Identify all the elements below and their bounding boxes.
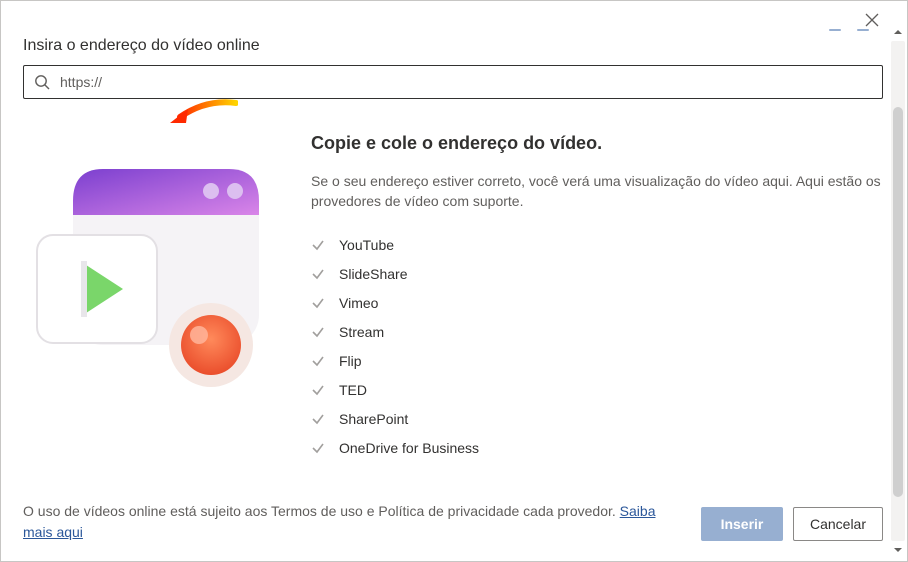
provider-item: SlideShare bbox=[311, 260, 883, 289]
provider-item: Flip bbox=[311, 347, 883, 376]
video-url-input[interactable] bbox=[58, 73, 872, 91]
provider-label: Vimeo bbox=[339, 295, 378, 311]
info-title: Copie e cole o endereço do vídeo. bbox=[311, 133, 883, 154]
scroll-track[interactable] bbox=[891, 41, 905, 541]
footer-buttons: Inserir Cancelar bbox=[701, 507, 883, 543]
info-panel: Copie e cole o endereço do vídeo. Se o s… bbox=[311, 133, 883, 463]
video-url-field-wrapper[interactable] bbox=[23, 65, 883, 99]
close-icon bbox=[865, 13, 879, 27]
vertical-scrollbar[interactable] bbox=[891, 23, 905, 559]
provider-label: Stream bbox=[339, 324, 384, 340]
provider-label: YouTube bbox=[339, 237, 394, 253]
close-button[interactable] bbox=[863, 11, 881, 29]
dialog-footer: O uso de vídeos online está sujeito aos … bbox=[23, 501, 883, 543]
provider-item: TED bbox=[311, 376, 883, 405]
info-description: Se o seu endereço estiver correto, você … bbox=[311, 172, 883, 211]
insert-button[interactable]: Inserir bbox=[701, 507, 783, 541]
provider-item: SharePoint bbox=[311, 405, 883, 434]
scroll-up-button[interactable] bbox=[891, 23, 905, 41]
provider-label: TED bbox=[339, 382, 367, 398]
provider-item: Vimeo bbox=[311, 289, 883, 318]
provider-label: SharePoint bbox=[339, 411, 408, 427]
check-icon bbox=[311, 296, 325, 310]
annotation-arrow bbox=[166, 95, 238, 134]
dialog-content: Insira o endereço do vídeo online bbox=[23, 37, 883, 543]
check-icon bbox=[311, 238, 325, 252]
provider-list: YouTube SlideShare Vimeo Stream Flip TED Share… bbox=[311, 231, 883, 463]
truncated-header-fragment bbox=[829, 29, 869, 31]
search-icon bbox=[34, 74, 50, 90]
provider-item: Stream bbox=[311, 318, 883, 347]
video-illustration bbox=[23, 133, 285, 397]
disclaimer-text: O uso de vídeos online está sujeito aos … bbox=[23, 503, 620, 519]
check-icon bbox=[311, 267, 325, 281]
check-icon bbox=[311, 383, 325, 397]
cancel-button[interactable]: Cancelar bbox=[793, 507, 883, 541]
chevron-down-icon bbox=[893, 545, 903, 555]
chevron-up-icon bbox=[893, 27, 903, 37]
provider-label: SlideShare bbox=[339, 266, 408, 282]
check-icon bbox=[311, 412, 325, 426]
provider-item: OneDrive for Business bbox=[311, 434, 883, 463]
check-icon bbox=[311, 354, 325, 368]
provider-label: OneDrive for Business bbox=[339, 440, 479, 456]
check-icon bbox=[311, 441, 325, 455]
footer-disclaimer: O uso de vídeos online está sujeito aos … bbox=[23, 501, 663, 543]
provider-item: YouTube bbox=[311, 231, 883, 260]
scroll-thumb[interactable] bbox=[893, 107, 903, 497]
dialog-heading: Insira o endereço do vídeo online bbox=[23, 37, 883, 55]
provider-label: Flip bbox=[339, 353, 362, 369]
insert-online-video-dialog: Insira o endereço do vídeo online bbox=[0, 0, 908, 562]
scroll-down-button[interactable] bbox=[891, 541, 905, 559]
check-icon bbox=[311, 325, 325, 339]
